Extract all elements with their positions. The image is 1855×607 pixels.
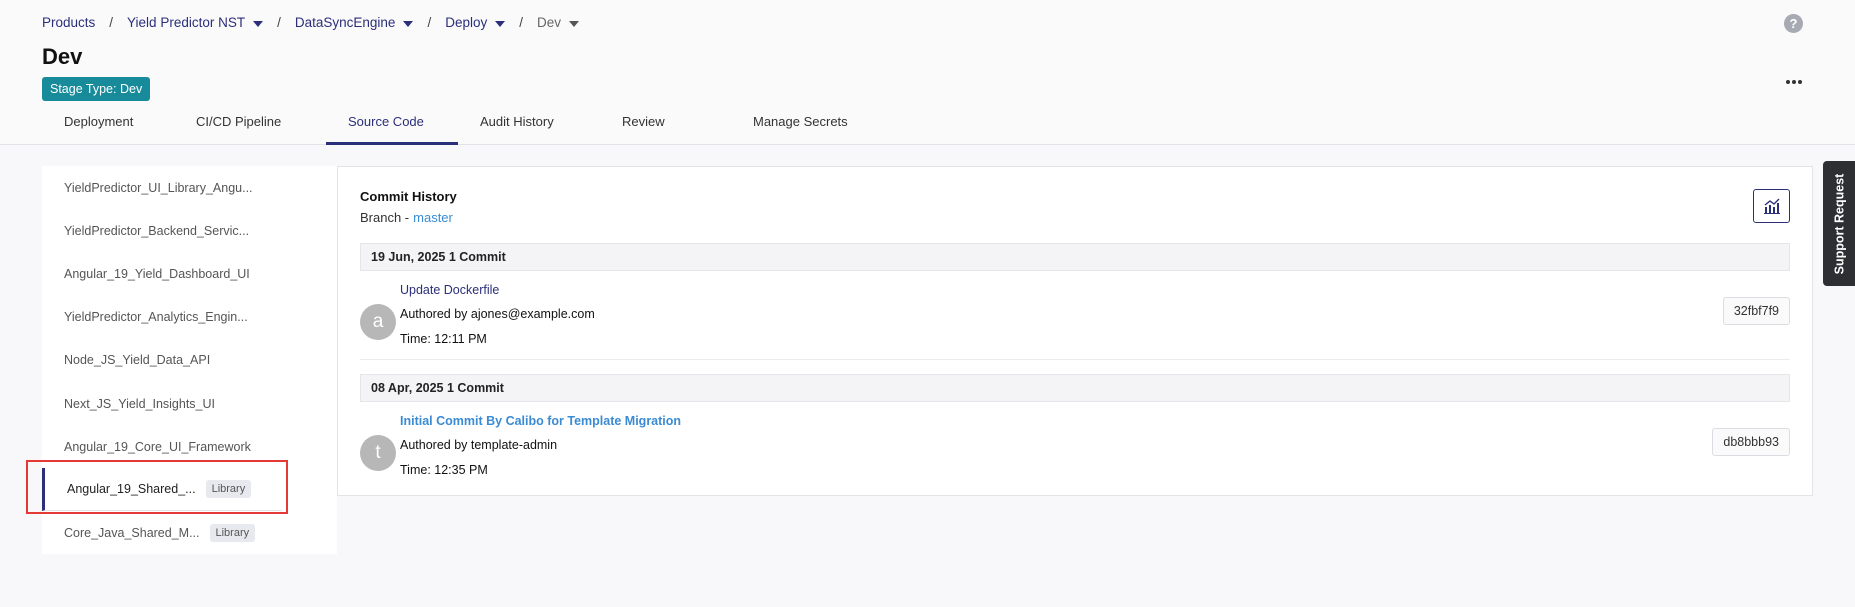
breadcrumb-phase[interactable]: Deploy	[445, 15, 506, 30]
support-request-tab[interactable]: Support Request	[1823, 161, 1855, 286]
repo-name: YieldPredictor_UI_Library_Angu...	[64, 180, 253, 195]
commit-message[interactable]: Update Dockerfile	[400, 283, 499, 297]
caret-down-icon	[253, 20, 264, 27]
repo-item[interactable]: YieldPredictor_Backend_Servic...	[42, 209, 282, 252]
repo-name: YieldPredictor_Backend_Servic...	[64, 223, 250, 238]
breadcrumb-product[interactable]: Yield Predictor NST	[127, 15, 264, 30]
tab-manage-secrets[interactable]: Manage Secrets	[731, 103, 891, 145]
stage-type-badge: Stage Type: Dev	[42, 77, 151, 101]
library-badge: Library	[209, 523, 256, 542]
commit-row: a Update Dockerfile Authored by ajones@e…	[360, 283, 1790, 363]
commit-author: Authored by template-admin	[400, 438, 558, 452]
tab-cicd-pipeline[interactable]: CI/CD Pipeline	[174, 103, 326, 145]
repo-name: Angular_19_Core_UI_Framework	[64, 439, 251, 454]
commit-history-title: Commit History	[360, 189, 457, 204]
selection-highlight-box	[26, 460, 288, 514]
breadcrumb-separator: /	[427, 15, 432, 30]
commit-date-header: 08 Apr, 2025 1 Commit	[360, 374, 1790, 402]
help-icon[interactable]: ?	[1784, 14, 1803, 33]
repo-item[interactable]: Node_JS_Yield_Data_API	[42, 338, 282, 381]
repo-name: Core_Java_Shared_M...	[64, 525, 200, 540]
repo-name: Node_JS_Yield_Data_API	[64, 352, 211, 367]
analytics-chart-button[interactable]	[1753, 189, 1790, 223]
breadcrumb-separator: /	[277, 15, 281, 30]
page-title: Dev	[42, 44, 83, 69]
repo-item[interactable]: Core_Java_Shared_M... Library	[42, 511, 282, 554]
repo-item[interactable]: YieldPredictor_Analytics_Engin...	[42, 295, 282, 338]
repo-item[interactable]: Next_JS_Yield_Insights_UI	[42, 382, 282, 425]
commit-message[interactable]: Initial Commit By Calibo for Template Mi…	[400, 414, 681, 428]
tab-review[interactable]: Review	[600, 103, 731, 145]
commit-sha[interactable]: 32fbf7f9	[1722, 297, 1790, 325]
breadcrumb-separator: /	[109, 15, 114, 30]
commit-time: Time: 12:11 PM	[400, 332, 487, 346]
repo-name: YieldPredictor_Analytics_Engin...	[64, 309, 248, 324]
bar-chart-icon	[1763, 198, 1780, 214]
repo-item[interactable]: Angular_19_Yield_Dashboard_UI	[42, 252, 282, 295]
commit-sha[interactable]: db8bbb93	[1712, 428, 1790, 456]
avatar: a	[360, 304, 396, 340]
avatar: t	[360, 435, 396, 471]
support-request-label: Support Request	[1832, 173, 1847, 274]
tab-bar: Deployment CI/CD Pipeline Source Code Au…	[42, 103, 891, 145]
repo-name: Next_JS_Yield_Insights_UI	[64, 396, 216, 411]
caret-down-icon	[403, 20, 414, 27]
breadcrumb-feature[interactable]: DataSyncEngine	[295, 15, 414, 30]
repo-name: Angular_19_Yield_Dashboard_UI	[64, 266, 250, 281]
tab-audit-history[interactable]: Audit History	[458, 103, 600, 145]
divider	[360, 359, 1790, 360]
branch-info: Branch - master	[360, 210, 453, 225]
breadcrumb: Products / Yield Predictor NST / DataSyn…	[42, 15, 580, 30]
repo-item[interactable]: YieldPredictor_UI_Library_Angu...	[42, 166, 282, 209]
branch-name[interactable]: master	[413, 210, 453, 225]
more-options-icon[interactable]	[1786, 80, 1802, 84]
breadcrumb-stage[interactable]: Dev	[537, 15, 580, 30]
page-header: Products / Yield Predictor NST / DataSyn…	[0, 0, 1855, 145]
caret-down-icon	[495, 20, 506, 27]
commit-history-card: Commit History Branch - master 19 Jun, 20…	[337, 166, 1813, 496]
caret-down-icon	[569, 20, 580, 27]
commit-date-header: 19 Jun, 2025 1 Commit	[360, 243, 1790, 271]
breadcrumb-products[interactable]: Products	[42, 15, 95, 30]
tab-source-code[interactable]: Source Code	[326, 103, 458, 145]
commit-author: Authored by ajones@example.com	[400, 307, 595, 321]
commit-row: t Initial Commit By Calibo for Template …	[360, 414, 1790, 494]
breadcrumb-separator: /	[519, 15, 523, 30]
commit-time: Time: 12:35 PM	[400, 463, 488, 477]
tab-deployment[interactable]: Deployment	[42, 103, 174, 145]
